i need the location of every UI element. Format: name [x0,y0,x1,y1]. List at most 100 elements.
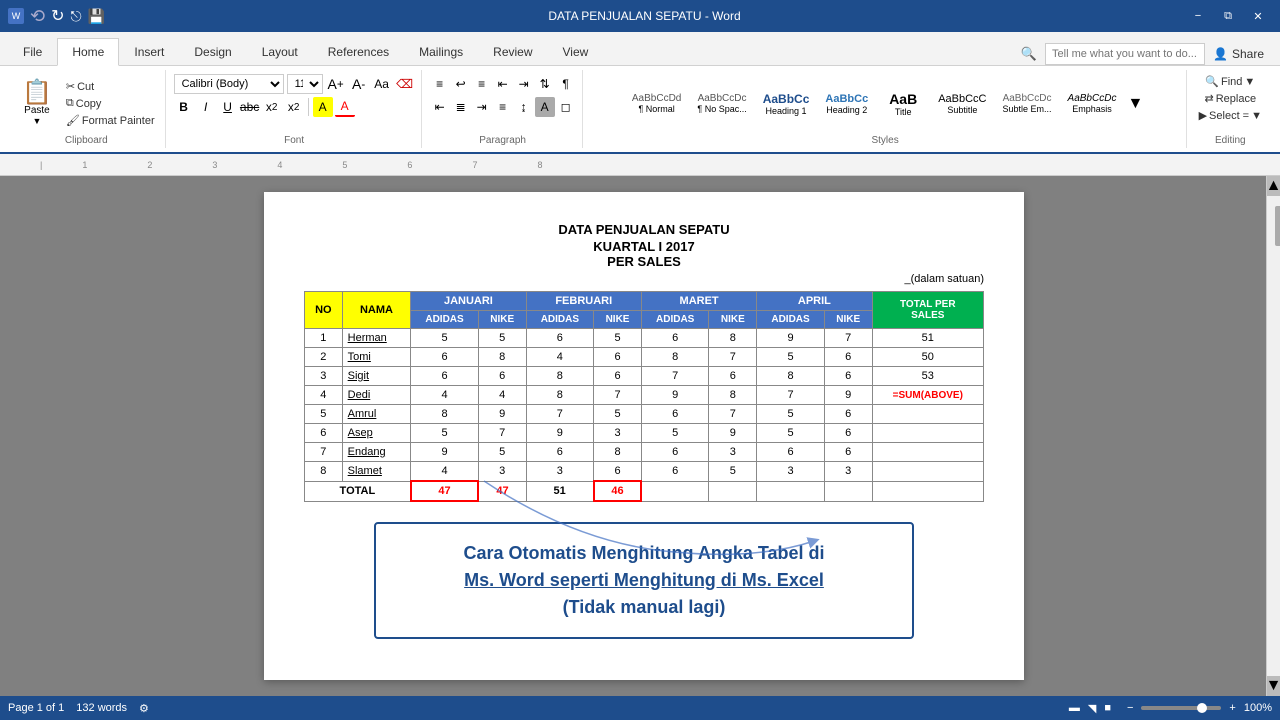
ribbon-group-clipboard: 📋 Paste ▼ ✂ Cut ⧉ Copy 🖌 Format Painter … [8,70,166,148]
cut-button[interactable]: ✂ Cut [62,79,159,94]
status-bar: Page 1 of 1 132 words ⚙ ▬ ◥ ■ − + 100% [0,696,1280,720]
doc-title-line1: DATA PENJUALAN SEPATU [304,222,984,237]
language-icon: ⚙ [139,702,149,715]
scroll-bar[interactable]: ▲ ▼ [1266,176,1280,696]
scroll-thumb[interactable] [1275,206,1280,246]
font-size-select[interactable]: 11 [287,74,323,94]
style-subtitle[interactable]: AaBbCcC Subtitle [931,90,993,118]
tab-view[interactable]: View [548,38,604,66]
style-normal[interactable]: AaBbCcDd ¶ Normal [625,90,688,117]
th-feb-nike: NIKE [594,311,642,329]
tab-mailings[interactable]: Mailings [404,38,478,66]
font-shrink-button[interactable]: A- [349,74,369,94]
numbering-button[interactable]: ↩ [451,74,471,94]
superscript-button[interactable]: x2 [284,97,304,117]
view-print-button[interactable]: ▬ [1069,702,1080,714]
ribbon-group-font: Calibri (Body) 11 A+ A- Aa ⌫ B I U abc x… [168,70,422,148]
tab-design[interactable]: Design [179,38,246,66]
borders-button[interactable]: ◻ [556,97,576,117]
table-row: 2 Tomi 6 8 4 6 8 7 5 6 50 [305,348,984,367]
para-row1: ≡ ↩ ≡ ⇤ ⇥ ⇅ ¶ [430,74,576,94]
editing-group-content: 🔍 Find ▼ ⇄ Replace ▶ Select = ▼ [1195,72,1266,135]
table-row: 8 Slamet 4 3 3 6 6 5 3 3 [305,462,984,482]
underline-button[interactable]: U [218,97,238,117]
th-nama: NAMA [342,292,411,329]
minimize-button[interactable]: − [1184,5,1212,27]
show-formatting-button[interactable]: ¶ [556,74,576,94]
font-row2: B I U abc x2 x2 A A [174,97,355,117]
document-scroll[interactable]: DATA PENJUALAN SEPATU KUARTAL I 2017 PER… [22,176,1266,696]
tab-review[interactable]: Review [478,38,547,66]
subscript-button[interactable]: x2 [262,97,282,117]
line-spacing-button[interactable]: ↨ [514,97,534,117]
align-right-button[interactable]: ⇥ [472,97,492,117]
clear-format-button[interactable]: ⌫ [395,74,415,94]
caption-line3: (Tidak manual lagi) [400,594,888,621]
copy-button[interactable]: ⧉ Copy [62,96,159,111]
multilevel-list-button[interactable]: ≡ [472,74,492,94]
table-row: 5 Amrul 8 9 7 5 6 7 5 6 [305,405,984,424]
replace-button[interactable]: ⇄ Replace [1201,91,1261,106]
clipboard-label: Clipboard [65,135,108,146]
style-no-spacing[interactable]: AaBbCcDc ¶ No Spac... [690,90,753,117]
zoom-thumb[interactable] [1197,703,1207,713]
strikethrough-button[interactable]: abc [240,97,260,117]
ruler: | 1 2 3 4 5 6 7 8 [0,154,1280,176]
style-subtle-emphasis[interactable]: AaBbCcDc Subtle Em... [996,90,1059,117]
ribbon-content: 📋 Paste ▼ ✂ Cut ⧉ Copy 🖌 Format Painter … [0,66,1280,154]
zoom-minus-button[interactable]: − [1127,702,1133,714]
clipboard-group-content: 📋 Paste ▼ ✂ Cut ⧉ Copy 🖌 Format Painter [14,72,159,135]
increase-indent-button[interactable]: ⇥ [514,74,534,94]
view-read-button[interactable]: ■ [1104,702,1111,714]
th-mar-nike: NIKE [709,311,757,329]
select-button[interactable]: ▶ Select = ▼ [1195,108,1266,123]
style-emphasis[interactable]: AaBbCcDc Emphasis [1061,90,1124,117]
th-feb-adidas: ADIDAS [526,311,594,329]
font-grow-button[interactable]: A+ [326,74,346,94]
window-controls[interactable]: − ⧉ ✕ [1184,5,1272,27]
share-button[interactable]: 👤 Share [1213,47,1264,61]
th-januari: JANUARI [411,292,526,311]
tab-references[interactable]: References [313,38,404,66]
tab-home[interactable]: Home [57,38,119,66]
shading-button[interactable]: A [535,97,555,117]
scroll-up-button[interactable]: ▲ [1267,176,1280,196]
bold-button[interactable]: B [174,97,194,117]
sort-button[interactable]: ⇅ [535,74,555,94]
zoom-plus-button[interactable]: + [1229,702,1235,714]
styles-more-button[interactable]: ▼ [1125,93,1145,115]
font-group-content: Calibri (Body) 11 A+ A- Aa ⌫ B I U abc x… [174,72,415,135]
decrease-indent-button[interactable]: ⇤ [493,74,513,94]
style-heading2[interactable]: AaBbCc Heading 2 [818,90,875,118]
close-button[interactable]: ✕ [1244,5,1272,27]
th-total: TOTAL PERSALES [872,292,983,329]
change-case-button[interactable]: Aa [372,74,392,94]
align-left-button[interactable]: ⇤ [430,97,450,117]
align-center-button[interactable]: ≣ [451,97,471,117]
find-button[interactable]: 🔍 Find ▼ [1201,74,1259,89]
view-web-button[interactable]: ◥ [1088,702,1096,715]
italic-button[interactable]: I [196,97,216,117]
title-bar: W ⟲ ↻ ⎋ 💾 DATA PENJUALAN SEPATU - Word −… [0,0,1280,32]
font-name-select[interactable]: Calibri (Body) [174,74,284,94]
divider1 [308,98,309,116]
tab-layout[interactable]: Layout [247,38,313,66]
style-heading1[interactable]: AaBbCc Heading 1 [756,89,817,119]
scroll-down-button[interactable]: ▼ [1267,676,1280,696]
tab-file[interactable]: File [8,38,57,66]
ribbon-search-input[interactable] [1045,43,1205,65]
style-title[interactable]: AaB Title [877,88,929,120]
justify-button[interactable]: ≡ [493,97,513,117]
restore-button[interactable]: ⧉ [1214,5,1242,27]
zoom-slider[interactable] [1141,706,1221,710]
th-no: NO [305,292,343,329]
font-color-button[interactable]: A [335,97,355,117]
paste-button[interactable]: 📋 Paste ▼ [14,77,60,130]
bullets-button[interactable]: ≡ [430,74,450,94]
tab-insert[interactable]: Insert [119,38,179,66]
th-april: APRIL [757,292,872,311]
text-highlight-button[interactable]: A [313,97,333,117]
doc-note: _(dalam satuan) [304,273,984,285]
status-bar-left: Page 1 of 1 132 words ⚙ [8,702,149,715]
format-painter-button[interactable]: 🖌 Format Painter [62,113,159,128]
